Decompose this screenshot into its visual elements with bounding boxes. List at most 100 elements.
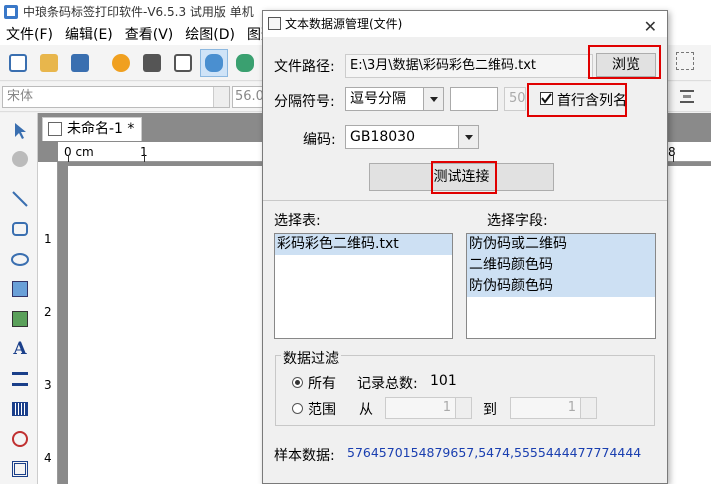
image-tool[interactable] (8, 307, 32, 331)
v-ruler-label-3: 3 (44, 378, 52, 392)
vertical-ruler: 1 2 3 4 (38, 162, 58, 484)
line-tool[interactable] (8, 187, 32, 211)
menu-edit[interactable]: 编辑(E) (59, 24, 119, 44)
delimiter-label: 分隔符号: (274, 94, 335, 110)
align-icon[interactable] (676, 52, 694, 70)
barcode-tool[interactable] (8, 397, 32, 421)
open-folder-icon (40, 53, 58, 72)
v-ruler-label-2: 2 (44, 305, 52, 319)
dialog-title: 文本数据源管理(文件) (285, 17, 403, 31)
menu-view[interactable]: 查看(V) (119, 24, 180, 44)
data-filter-title: 数据过滤 (281, 348, 341, 368)
custom-delimiter-field[interactable] (450, 87, 498, 111)
menu-file[interactable]: 文件(F) (0, 24, 59, 44)
to-label: 到 (483, 402, 497, 418)
print-preview-button[interactable] (169, 49, 197, 77)
sample-data-value: 5764570154879657,5474,5555444477774444 (347, 445, 642, 460)
menu-draw[interactable]: 绘图(D) (179, 24, 241, 44)
close-icon[interactable]: ✕ (644, 14, 657, 40)
print-button[interactable] (138, 49, 166, 77)
shape-tool[interactable] (8, 427, 32, 451)
field-list-item[interactable]: 二维码颜色码 (467, 255, 655, 276)
open-button[interactable] (35, 49, 63, 77)
select-field-label: 选择字段: (487, 213, 548, 229)
new-icon (9, 53, 27, 72)
database-settings-button[interactable] (231, 49, 259, 77)
picture-tool[interactable] (8, 277, 32, 301)
encoding-select[interactable]: GB18030 (345, 125, 479, 149)
table-list[interactable]: 彩码彩色二维码.txt (274, 233, 453, 339)
ellipse-icon (11, 252, 29, 266)
encoding-label: 编码: (303, 132, 336, 148)
qrcode-tool[interactable] (8, 457, 32, 481)
from-value: 1 (442, 400, 451, 415)
filter-range-label[interactable]: 范围 (308, 399, 336, 419)
record-count-label: 记录总数: (357, 376, 418, 392)
from-label: 从 (359, 402, 373, 418)
chevron-down-icon (458, 126, 478, 148)
printer-icon (143, 53, 161, 72)
test-highlight (431, 161, 497, 194)
field-list-item[interactable]: 防伪码颜色码 (467, 276, 655, 297)
new-button[interactable] (4, 49, 32, 77)
v-ruler-label-4: 4 (44, 451, 52, 465)
app-window: 中琅条码标签打印软件-V6.5.3 试用版 单机 文件(F) 编辑(E) 查看(… (0, 0, 711, 484)
file-path-field[interactable]: E:\3月\数据\彩码彩色二维码.txt (345, 54, 593, 78)
image-icon (12, 311, 28, 327)
document-icon (48, 122, 62, 136)
file-path-label: 文件路径: (274, 59, 335, 75)
rounded-rect-icon (12, 222, 28, 236)
from-stepper[interactable]: 1 (385, 397, 472, 419)
divider (263, 200, 667, 201)
save-icon (71, 53, 89, 72)
field-list-item[interactable]: 防伪码或二维码 (467, 234, 655, 255)
filter-all-radio[interactable] (292, 377, 303, 388)
distribute-icon[interactable] (680, 88, 694, 104)
rich-text-icon (12, 372, 28, 386)
sample-data-label: 样本数据: (274, 448, 335, 464)
filter-range-radio[interactable] (292, 403, 303, 414)
select-tool[interactable] (8, 119, 32, 143)
rotate-icon (12, 151, 28, 167)
font-size-value: 56.0 (235, 89, 264, 104)
delimiter-extra-field[interactable]: 50 (504, 87, 526, 111)
qrcode-icon (12, 461, 28, 477)
spin-arrows-icon[interactable] (455, 398, 471, 418)
filter-all-label[interactable]: 所有 (308, 373, 336, 393)
text-a-icon: A (13, 339, 27, 359)
delimiter-select[interactable]: 逗号分隔 (345, 87, 444, 111)
settings-button[interactable] (107, 49, 135, 77)
text-datasource-dialog: 文本数据源管理(文件) ✕ 文件路径: E:\3月\数据\彩码彩色二维码.txt… (262, 10, 668, 484)
font-family-value: 宋体 (7, 89, 34, 104)
field-list[interactable]: 防伪码或二维码 二维码颜色码 防伪码颜色码 (466, 233, 656, 339)
rotate-tool[interactable] (8, 147, 32, 171)
document-tab-label: 未命名-1 * (67, 121, 135, 137)
table-list-item[interactable]: 彩码彩色二维码.txt (275, 234, 452, 255)
to-stepper[interactable]: 1 (510, 397, 597, 419)
header-highlight (527, 83, 627, 117)
triangle-icon (12, 431, 28, 447)
font-size-select[interactable]: 56.0 (232, 86, 264, 108)
save-button[interactable] (66, 49, 94, 77)
pointer-icon (15, 123, 26, 139)
ellipse-tool[interactable] (8, 247, 32, 271)
select-table-label: 选择表: (274, 213, 321, 229)
database-icon (205, 53, 223, 72)
document-tab[interactable]: 未命名-1 * (42, 117, 142, 141)
browse-highlight (588, 45, 661, 79)
to-value: 1 (567, 400, 576, 415)
font-family-select[interactable]: 宋体 (2, 86, 230, 108)
database-gear-icon (236, 53, 254, 72)
chevron-down-icon (423, 88, 443, 110)
barcode-icon (12, 402, 28, 416)
text-tool[interactable]: A (8, 337, 32, 361)
rich-text-tool[interactable] (8, 367, 32, 391)
database-button[interactable] (200, 48, 228, 77)
app-logo-icon (4, 4, 18, 19)
rectangle-tool[interactable] (8, 217, 32, 241)
picture-icon (12, 281, 28, 297)
delimiter-value: 逗号分隔 (350, 91, 406, 107)
app-title: 中琅条码标签打印软件-V6.5.3 试用版 单机 (23, 5, 254, 19)
tool-palette: A (0, 113, 38, 484)
spin-arrows-icon[interactable] (580, 398, 596, 418)
